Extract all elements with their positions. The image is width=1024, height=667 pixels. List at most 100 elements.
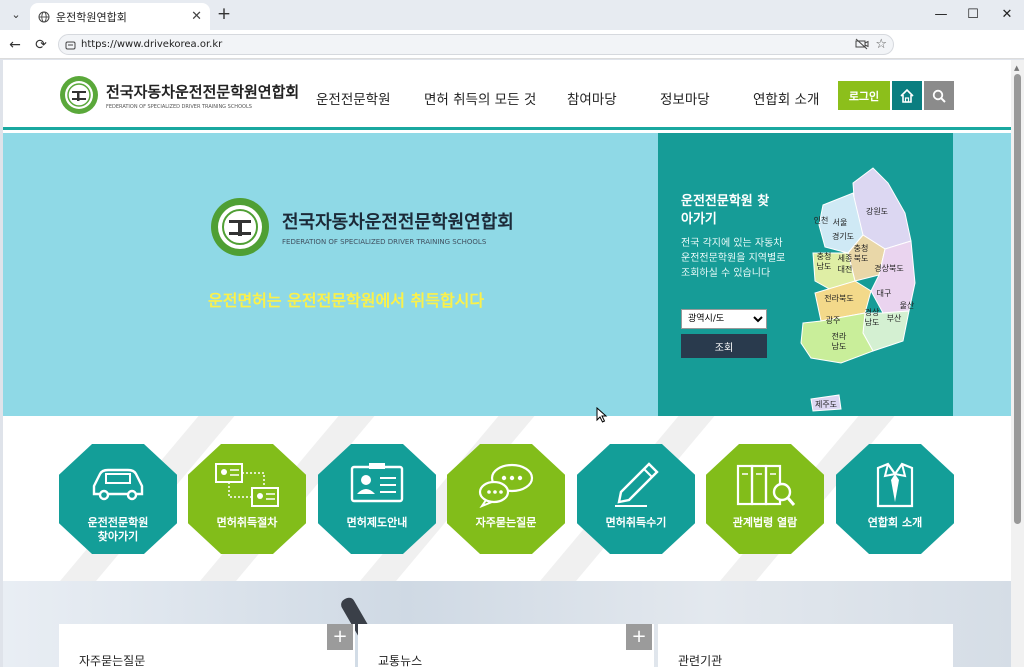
page-viewport: 전국자동차운전전문학원연합회 FEDERATION OF SPECIALIZED… [3,60,1011,667]
quick-link-label: 운전전문학원 찾아가기 [87,516,149,543]
browser-tab[interactable]: 운전학원연합회 ✕ [30,3,210,30]
map-label-chungbuk-1: 충청 [854,244,869,253]
address-toolbar: ← ⟳ https://www.drivekorea.or.kr ☆ ⋯ 채팅 [0,30,1024,82]
korea-map[interactable]: 강원도 인천 서울 경기도 충청 남도 충청 북도 세종 대전 경상북도 전라북… [793,163,948,413]
map-label-chungnam-1: 충청 [817,252,832,261]
quick-links-section: 운전전문학원 찾아가기 면허취득절차 면허제도안내 자주묻는질문 면허취득수기 … [3,416,1011,581]
shirt-tie-icon [876,462,914,508]
hero-banner: 전국자동차운전전문학원연합회 FEDERATION OF SPECIALIZED… [3,133,1011,416]
hero-emblem-icon [211,198,269,256]
map-label-chungbuk-2: 북도 [854,254,869,263]
site-logo[interactable]: 전국자동차운전전문학원연합회 FEDERATION OF SPECIALIZED… [59,75,299,115]
map-label-daejeon: 대전 [838,264,853,274]
map-label-sejong: 세종 [838,254,853,263]
camera-blocked-icon[interactable] [855,38,869,57]
logo-subtitle: FEDERATION OF SPECIALIZED DRIVER TRAININ… [106,103,252,110]
browser-tab-bar: ⌄ 운전학원연합회 ✕ + — ☐ ✕ [0,0,1024,30]
globe-icon [38,11,50,23]
quick-link-label: 면허제도안내 [346,516,408,529]
quick-link-label: 면허취득수기 [605,516,667,529]
favorite-star-icon[interactable]: ☆ [875,35,887,54]
site-info-icon[interactable] [65,39,76,58]
quick-link-license-system[interactable]: 면허제도안내 [318,444,436,554]
quick-link-find-school[interactable]: 운전전문학원 찾아가기 [59,444,177,554]
site-header: 전국자동차운전전문학원연합회 FEDERATION OF SPECIALIZED… [3,60,1011,130]
emblem-icon [60,76,98,114]
tab-list-chevron-icon[interactable]: ⌄ [6,6,26,24]
map-label-gwangju: 광주 [826,315,841,325]
nav-item-license-guide[interactable]: 면허 취득의 모든 것 [424,88,536,108]
search-button[interactable] [924,81,954,110]
url-text: https://www.drivekorea.or.kr [81,39,223,50]
faq-more-button[interactable]: + [327,624,353,650]
quick-link-label: 관계법령 열람 [732,516,798,529]
home-icon [900,88,914,103]
new-tab-button[interactable]: + [214,4,234,24]
finder-description: 전국 각지에 있는 자동차운전전문학원을 지역별로 조회하실 수 있습니다 [681,238,786,279]
map-label-jeonnam-2: 남도 [832,342,847,351]
map-label-jeju: 제주도 [815,400,837,409]
map-label-daegu: 대구 [877,289,892,298]
close-window-button[interactable]: ✕ [990,0,1024,30]
reload-button[interactable]: ⟳ [32,36,50,54]
page-scrollbar[interactable]: ▲ [1011,60,1024,667]
nav-item-schools[interactable]: 운전전문학원 [316,88,391,108]
nav-item-about[interactable]: 연합회 소개 [753,88,819,108]
tab-close-icon[interactable]: ✕ [191,9,202,24]
news-card: 교통뉴스 + [358,624,654,667]
nav-item-participation[interactable]: 참여마당 [567,88,617,108]
map-label-chungnam-2: 남도 [817,262,832,271]
car-icon [92,468,144,501]
quick-link-procedure[interactable]: 면허취득절차 [188,444,306,554]
address-input[interactable]: https://www.drivekorea.or.kr ☆ [58,34,894,55]
map-label-incheon: 인천 [814,215,829,225]
home-button[interactable] [892,81,922,110]
login-button[interactable]: 로그인 [838,81,890,110]
tab-title: 운전학원연합회 [56,10,127,24]
law-book-icon [736,464,796,506]
minimize-button[interactable]: — [924,0,958,30]
logo-title: 전국자동차운전전문학원연합회 [106,82,300,101]
pen-icon [615,462,659,507]
map-label-seoul: 서울 [833,218,848,227]
quick-link-about[interactable]: 연합회 소개 [836,444,954,554]
speech-bubble-icon [478,463,534,508]
nav-item-information[interactable]: 정보마당 [660,88,710,108]
id-card-flow-icon [215,463,279,507]
card-title: 교통뉴스 [378,654,423,667]
card-title: 관련기관 [678,654,723,667]
map-label-jeonnam-1: 전라 [832,331,847,341]
map-label-gangwon: 강원도 [866,206,888,216]
quick-link-label: 면허취득절차 [216,516,278,529]
news-more-button[interactable]: + [626,624,652,650]
mouse-cursor-icon [596,407,608,423]
scrollbar-thumb[interactable] [1014,74,1021,524]
region-search-button[interactable]: 조회 [681,334,767,358]
quick-link-laws[interactable]: 관계법령 열람 [706,444,824,554]
card-title: 자주묻는질문 [79,654,146,667]
scroll-up-icon[interactable]: ▲ [1014,64,1019,72]
map-label-busan: 부산 [887,313,902,323]
hero-title: 전국자동차운전전문학원연합회 [282,212,514,233]
finder-title: 운전전문학원 찾아가기 [681,194,770,227]
maximize-button[interactable]: ☐ [956,0,990,30]
map-label-gyeongnam-2: 남도 [865,318,880,327]
map-label-gyeongnam-1: 경상 [865,307,880,317]
quick-link-reviews[interactable]: 면허취득수기 [577,444,695,554]
search-icon [932,89,946,103]
hero-subtitle: FEDERATION OF SPECIALIZED DRIVER TRAININ… [282,238,487,246]
quick-link-label: 연합회 소개 [867,516,923,529]
quick-link-faq[interactable]: 자주묻는질문 [447,444,565,554]
related-orgs-card: 관련기관 [658,624,953,667]
hero-logo: 전국자동차운전전문학원연합회 FEDERATION OF SPECIALIZED… [210,197,514,257]
map-label-gyeongbuk: 경상북도 [874,263,903,273]
region-select[interactable]: 광역시/도 [681,309,767,329]
map-label-jeonbuk: 전라북도 [824,293,853,303]
map-label-gyeonggi: 경기도 [832,231,854,241]
hero-slogan: 운전면허는 운전전문학원에서 취득합시다 [208,291,485,310]
lower-section: 자주묻는질문 + 교통뉴스 + 관련기관 [3,581,1011,667]
back-button[interactable]: ← [6,36,24,54]
map-label-ulsan: 울산 [900,300,915,310]
quick-link-label: 자주묻는질문 [475,516,537,529]
faq-card: 자주묻는질문 + [59,624,355,667]
